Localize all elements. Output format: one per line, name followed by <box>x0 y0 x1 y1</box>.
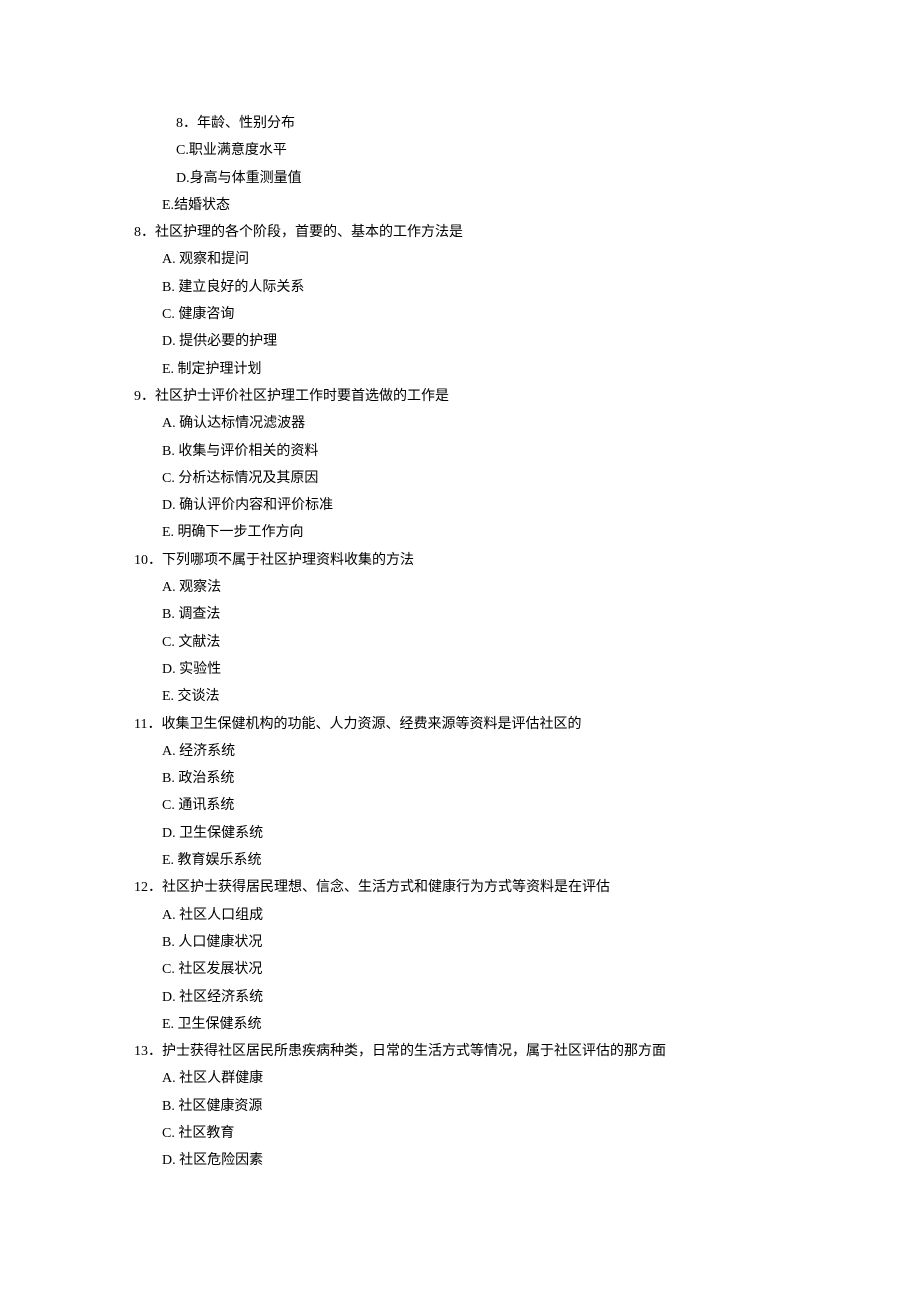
option-text: B. 社区健康资源 <box>162 1099 262 1114</box>
answer-option: A. 社区人口组成 <box>120 902 800 929</box>
option-label: 8 <box>176 116 183 131</box>
question-stem: 10．下列哪项不属于社区护理资料收集的方法 <box>120 547 800 574</box>
question-text: ．社区护士评价社区护理工作时要首选做的工作是 <box>141 389 449 404</box>
answer-option: C. 社区教育 <box>120 1120 800 1147</box>
question-number: 10 <box>134 553 148 568</box>
question-text: ．社区护士获得居民理想、信念、生活方式和健康行为方式等资料是在评估 <box>148 880 610 895</box>
option-text: 身高与体重测量值 <box>190 171 302 186</box>
answer-option: C. 通讯系统 <box>120 792 800 819</box>
answer-option: E. 卫生保健系统 <box>120 1011 800 1038</box>
option-text: E. 明确下一步工作方向 <box>162 525 304 540</box>
answer-option: D. 提供必要的护理 <box>120 328 800 355</box>
answer-option: D. 社区经济系统 <box>120 984 800 1011</box>
answer-option: D. 卫生保健系统 <box>120 820 800 847</box>
answer-option: D. 社区危险因素 <box>120 1147 800 1174</box>
option-text: A. 社区人群健康 <box>162 1071 263 1086</box>
option-text: D. 社区危险因素 <box>162 1153 263 1168</box>
option-text: C. 文献法 <box>162 635 220 650</box>
option-text: C. 社区发展状况 <box>162 962 262 977</box>
option-text: E. 交谈法 <box>162 689 220 704</box>
answer-option: B. 政治系统 <box>120 765 800 792</box>
answer-option: E. 制定护理计划 <box>120 356 800 383</box>
exam-page: 8．年龄、性别分布C.职业满意度水平D.身高与体重测量值E.结婚状态 8．社区护… <box>0 0 920 1235</box>
option-text: C. 分析达标情况及其原因 <box>162 471 318 486</box>
option-text: C. 通讯系统 <box>162 798 234 813</box>
lead-option: E.结婚状态 <box>120 192 800 219</box>
question-stem: 8．社区护理的各个阶段，首要的、基本的工作方法是 <box>120 219 800 246</box>
option-text: D. 确认评价内容和评价标准 <box>162 498 333 513</box>
question-stem: 11．收集卫生保健机构的功能、人力资源、经费来源等资料是评估社区的 <box>120 711 800 738</box>
option-text: A. 观察法 <box>162 580 221 595</box>
option-text: B. 建立良好的人际关系 <box>162 280 304 295</box>
answer-option: A. 社区人群健康 <box>120 1065 800 1092</box>
option-text: D. 提供必要的护理 <box>162 334 277 349</box>
option-text: ．年龄、性别分布 <box>183 116 295 131</box>
answer-option: E. 明确下一步工作方向 <box>120 519 800 546</box>
option-text: D. 卫生保健系统 <box>162 826 263 841</box>
option-label: E. <box>162 198 174 213</box>
answer-option: A. 观察和提问 <box>120 246 800 273</box>
option-text: B. 调查法 <box>162 607 220 622</box>
answer-option: D. 确认评价内容和评价标准 <box>120 492 800 519</box>
option-text: B. 人口健康状况 <box>162 935 262 950</box>
option-text: A. 经济系统 <box>162 744 235 759</box>
question-number: 13 <box>134 1044 148 1059</box>
option-text: C. 健康咨询 <box>162 307 234 322</box>
answer-option: C. 文献法 <box>120 629 800 656</box>
question-number: 8 <box>134 225 141 240</box>
option-text: D. 社区经济系统 <box>162 990 263 1005</box>
option-text: E. 卫生保健系统 <box>162 1017 262 1032</box>
answer-option: B. 社区健康资源 <box>120 1093 800 1120</box>
answer-option: A. 确认达标情况滤波器 <box>120 410 800 437</box>
option-label: D. <box>176 171 190 186</box>
answer-option: E. 教育娱乐系统 <box>120 847 800 874</box>
lead-options-block: 8．年龄、性别分布C.职业满意度水平D.身高与体重测量值E.结婚状态 <box>120 110 800 219</box>
questions-block: 8．社区护理的各个阶段，首要的、基本的工作方法是 A. 观察和提问 B. 建立良好的… <box>120 219 800 1174</box>
answer-option: E. 交谈法 <box>120 683 800 710</box>
option-text: A. 观察和提问 <box>162 252 249 267</box>
question-number: 11 <box>134 717 147 732</box>
lead-option: 8．年龄、性别分布 <box>120 110 800 137</box>
answer-option: C. 健康咨询 <box>120 301 800 328</box>
option-text: D. 实验性 <box>162 662 221 677</box>
option-label: C. <box>176 143 189 158</box>
question-stem: 9．社区护士评价社区护理工作时要首选做的工作是 <box>120 383 800 410</box>
question-number: 9 <box>134 389 141 404</box>
option-text: C. 社区教育 <box>162 1126 234 1141</box>
question-text: ．社区护理的各个阶段，首要的、基本的工作方法是 <box>141 225 463 240</box>
answer-option: C. 社区发展状况 <box>120 956 800 983</box>
answer-option: C. 分析达标情况及其原因 <box>120 465 800 492</box>
answer-option: A. 观察法 <box>120 574 800 601</box>
answer-option: B. 建立良好的人际关系 <box>120 274 800 301</box>
option-text: B. 政治系统 <box>162 771 234 786</box>
answer-option: D. 实验性 <box>120 656 800 683</box>
option-text: 结婚状态 <box>174 198 230 213</box>
option-text: B. 收集与评价相关的资料 <box>162 444 318 459</box>
question-number: 12 <box>134 880 148 895</box>
answer-option: B. 人口健康状况 <box>120 929 800 956</box>
option-text: A. 社区人口组成 <box>162 908 263 923</box>
question-text: ．下列哪项不属于社区护理资料收集的方法 <box>148 553 414 568</box>
lead-option: D.身高与体重测量值 <box>120 165 800 192</box>
option-text: E. 制定护理计划 <box>162 362 262 377</box>
lead-option: C.职业满意度水平 <box>120 137 800 164</box>
question-stem: 12．社区护士获得居民理想、信念、生活方式和健康行为方式等资料是在评估 <box>120 874 800 901</box>
option-text: E. 教育娱乐系统 <box>162 853 262 868</box>
option-text: A. 确认达标情况滤波器 <box>162 416 305 431</box>
answer-option: B. 调查法 <box>120 601 800 628</box>
answer-option: A. 经济系统 <box>120 738 800 765</box>
question-text: ．收集卫生保健机构的功能、人力资源、经费来源等资料是评估社区的 <box>147 717 581 732</box>
question-text: ．护士获得社区居民所患疾病种类，日常的生活方式等情况，属于社区评估的那方面 <box>148 1044 666 1059</box>
answer-option: B. 收集与评价相关的资料 <box>120 438 800 465</box>
question-stem: 13．护士获得社区居民所患疾病种类，日常的生活方式等情况，属于社区评估的那方面 <box>120 1038 800 1065</box>
option-text: 职业满意度水平 <box>189 143 287 158</box>
